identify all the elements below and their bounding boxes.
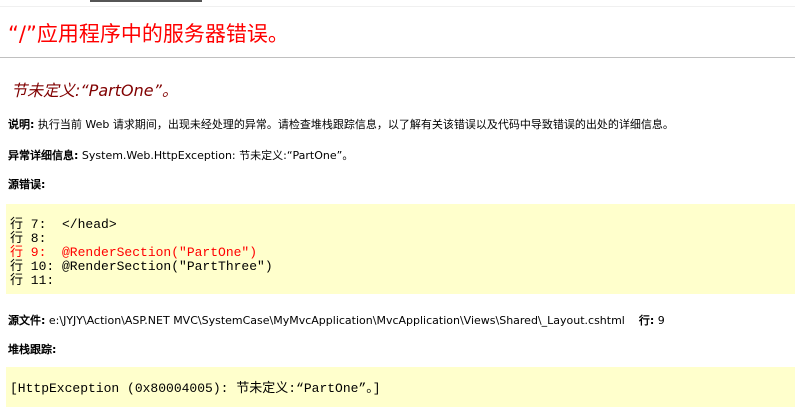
source-line-number: 9 (654, 314, 665, 327)
source-line-label: 行: (638, 314, 655, 327)
source-file-path: e:\JYJY\Action\ASP.NET MVC\SystemCase\My… (45, 314, 625, 327)
source-file-line: 源文件: e:\JYJY\Action\ASP.NET MVC\SystemCa… (8, 312, 665, 328)
error-subtitle: 节未定义:“PartOne”。 (11, 81, 178, 100)
stack-trace-box: [HttpException (0x80004005): 节未定义:“PartO… (6, 367, 795, 407)
source-line: 行 8: (10, 231, 47, 246)
source-code-lines: 行 7: </head> 行 8: 行 9: @RenderSection("Par… (10, 218, 273, 288)
exception-label: 异常详细信息: (8, 149, 79, 162)
stack-trace-heading: 堆栈跟踪: (8, 341, 56, 357)
tab-edge (90, 0, 202, 6)
source-error-label: 源错误: (8, 178, 46, 191)
description-text: 执行当前 Web 请求期间，出现未经处理的异常。请检查堆栈跟踪信息，以了解有关该… (34, 118, 674, 131)
source-error-heading: 源错误: (8, 176, 45, 192)
exception-details-line: 异常详细信息: System.Web.HttpException: 节未定义:“… (8, 147, 353, 163)
source-line: 行 10: @RenderSection("PartThree") (10, 259, 273, 274)
description-line: 说明: 执行当前 Web 请求期间，出现未经处理的异常。请检查堆栈跟踪信息，以了… (8, 116, 674, 132)
source-line: 行 7: </head> (10, 217, 117, 232)
description-label: 说明: (8, 118, 35, 131)
source-line: 行 11: (10, 273, 55, 288)
source-file-label: 源文件: (8, 314, 46, 327)
title-divider (0, 57, 795, 58)
source-code-box: 行 7: </head> 行 8: 行 9: @RenderSection("Par… (6, 204, 795, 294)
stack-trace-first-line: [HttpException (0x80004005): 节未定义:“PartO… (10, 381, 381, 396)
page-title: “/”应用程序中的服务器错误。 (8, 22, 289, 46)
source-line-highlighted: 行 9: @RenderSection("PartOne") (10, 245, 258, 260)
exception-text: System.Web.HttpException: 节未定义:“PartOne”… (78, 149, 354, 162)
browser-top-strip (0, 0, 795, 7)
stack-trace-label: 堆栈跟踪: (8, 343, 57, 356)
